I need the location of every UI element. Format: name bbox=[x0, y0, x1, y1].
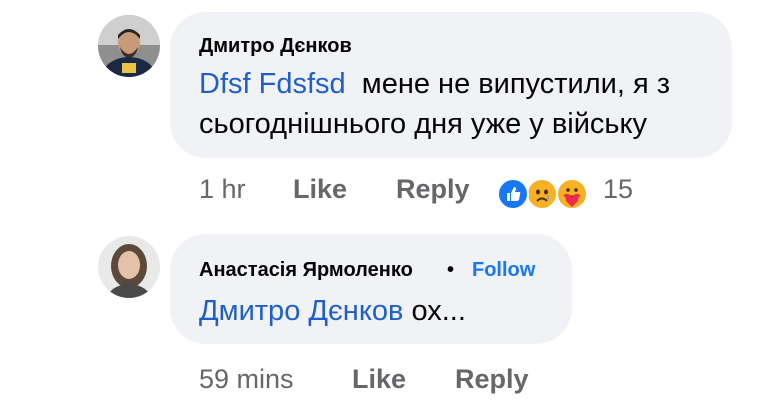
like-icon bbox=[497, 178, 529, 210]
follow-button[interactable]: Follow bbox=[472, 259, 535, 282]
comment-text-line-2: сьогоднішнього дня уже у війську bbox=[199, 108, 648, 140]
separator-dot: • bbox=[447, 259, 455, 281]
comment-author[interactable]: Дмитро Дєнков bbox=[199, 35, 352, 58]
sad-icon bbox=[526, 178, 558, 210]
comment-text: мене не випустили, я з bbox=[361, 68, 671, 100]
avatar-anastasia[interactable] bbox=[98, 236, 160, 298]
comment-author[interactable]: Анастасія Ярмоленко bbox=[199, 259, 413, 282]
care-icon bbox=[556, 178, 588, 210]
avatar-photo-dmytro bbox=[98, 15, 160, 77]
reply-button[interactable]: Reply bbox=[455, 364, 529, 395]
comment-text-line-1: Dfsf Fdsfsd мене не випустили, я з bbox=[199, 64, 670, 104]
mention-link[interactable]: Dfsf Fdsfsd bbox=[199, 68, 346, 100]
reaction-count[interactable]: 15 bbox=[603, 174, 633, 205]
avatar-photo-anastasia bbox=[98, 236, 160, 298]
comment-timestamp[interactable]: 59 mins bbox=[199, 364, 294, 395]
mention-link[interactable]: Дмитро Дєнков bbox=[199, 295, 403, 327]
reply-button[interactable]: Reply bbox=[396, 174, 470, 205]
comment-text: ох... bbox=[411, 295, 466, 327]
like-button[interactable]: Like bbox=[352, 364, 406, 395]
avatar-dmytro[interactable] bbox=[98, 15, 160, 77]
comment-timestamp[interactable]: 1 hr bbox=[199, 174, 246, 205]
comment-text-line-1: Дмитро Дєнков ох... bbox=[199, 291, 466, 331]
like-button[interactable]: Like bbox=[293, 174, 347, 205]
